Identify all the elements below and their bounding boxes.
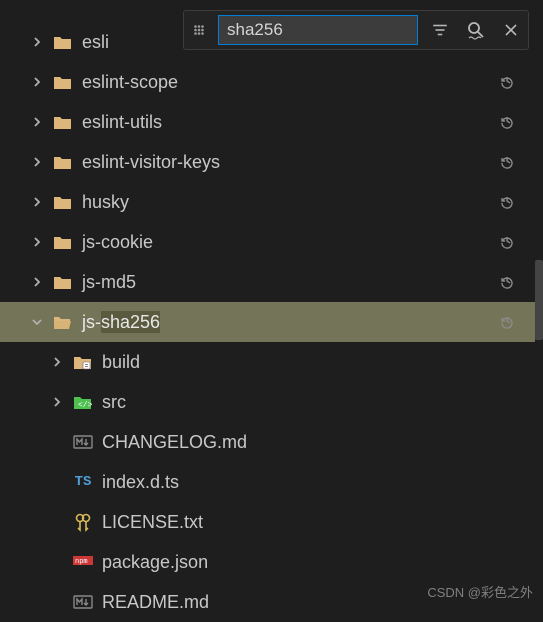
folder-js-cookie[interactable]: js-cookie [0, 222, 535, 262]
tree-item-label: LICENSE.txt [102, 512, 535, 533]
restore-icon[interactable] [499, 74, 517, 90]
folder-icon [52, 193, 74, 211]
restore-icon[interactable] [499, 154, 517, 170]
file-md-icon [72, 594, 94, 610]
tree-item-label: src [102, 392, 535, 413]
chevron-right-icon[interactable] [30, 116, 44, 128]
file-ts-icon: TS [72, 474, 94, 490]
chevron-right-icon[interactable] [30, 156, 44, 168]
file-md-icon [72, 434, 94, 450]
folder-icon [52, 33, 74, 51]
grip-icon[interactable] [190, 23, 208, 37]
tree-item-label: eslint-utils [82, 112, 535, 133]
tree-item-label: package.json [102, 552, 535, 573]
file-license[interactable]: LICENSE.txt [0, 502, 535, 542]
chevron-right-icon[interactable] [30, 276, 44, 288]
restore-icon[interactable] [499, 314, 517, 330]
folder-js-md5[interactable]: js-md5 [0, 262, 535, 302]
folder-icon [52, 153, 74, 171]
restore-icon[interactable] [499, 274, 517, 290]
chevron-right-icon[interactable] [30, 76, 44, 88]
file-npm-icon: npm [72, 556, 94, 568]
folder-icon [52, 233, 74, 251]
file-tree: eslieslint-scopeeslint-utilseslint-visit… [0, 22, 535, 622]
restore-icon[interactable] [499, 114, 517, 130]
folder-husky[interactable]: husky [0, 182, 535, 222]
close-icon[interactable] [500, 19, 522, 41]
chevron-right-icon[interactable] [50, 356, 64, 368]
file-changelog[interactable]: CHANGELOG.md [0, 422, 535, 462]
tree-item-label: build [102, 352, 535, 373]
file-index-dts[interactable]: TS index.d.ts [0, 462, 535, 502]
folder-icon [52, 73, 74, 91]
folder-open-icon [52, 313, 74, 331]
chevron-right-icon[interactable] [50, 396, 64, 408]
watermark: CSDN @彩色之外 [427, 582, 533, 601]
search-input[interactable] [218, 15, 418, 45]
tree-item-label: js-sha256 [82, 312, 535, 333]
tree-item-label: eslint-visitor-keys [82, 152, 535, 173]
tree-item-label: index.d.ts [102, 472, 535, 493]
folder-eslint-visitor-keys[interactable]: eslint-visitor-keys [0, 142, 535, 182]
folder-eslint-scope[interactable]: eslint-scope [0, 62, 535, 102]
chevron-down-icon[interactable] [30, 316, 44, 328]
tree-search-bar [183, 10, 529, 50]
folder-js-sha256[interactable]: js-sha256 [0, 302, 535, 342]
folder-eslint-utils[interactable]: eslint-utils [0, 102, 535, 142]
fuzzy-search-icon[interactable] [462, 16, 490, 44]
tree-item-label: eslint-scope [82, 72, 535, 93]
folder-icon [52, 273, 74, 291]
chevron-right-icon[interactable] [30, 196, 44, 208]
file-license-icon [72, 512, 94, 532]
folder-src[interactable]: </> src [0, 382, 535, 422]
folder-icon: </> [72, 393, 94, 411]
folder-build[interactable]: build [0, 342, 535, 382]
filter-icon[interactable] [428, 18, 452, 42]
restore-icon[interactable] [499, 234, 517, 250]
svg-text:</>: </> [78, 401, 93, 410]
tree-item-label: js-cookie [82, 232, 535, 253]
tree-item-label: CHANGELOG.md [102, 432, 535, 453]
tree-item-label: husky [82, 192, 535, 213]
scrollbar[interactable] [535, 260, 543, 340]
tree-item-label: js-md5 [82, 272, 535, 293]
svg-text:npm: npm [75, 558, 88, 566]
chevron-right-icon[interactable] [30, 236, 44, 248]
folder-icon [52, 113, 74, 131]
chevron-right-icon[interactable] [30, 36, 44, 48]
folder-icon [72, 353, 94, 371]
restore-icon[interactable] [499, 194, 517, 210]
file-package-json[interactable]: npm package.json [0, 542, 535, 582]
